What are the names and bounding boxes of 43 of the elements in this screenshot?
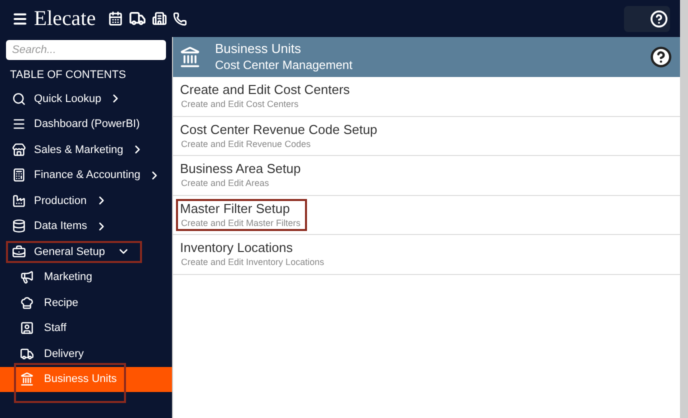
menu-link[interactable]: Business Area Setup Create and Edit Areas: [176, 159, 307, 192]
section-heading: TABLE OF CONTENTS: [9, 68, 127, 82]
help-icon[interactable]: [650, 46, 672, 68]
menu-link[interactable]: Create and Edit Cost Centers Create and Edit Cost Centers: [176, 80, 356, 112]
menu-link[interactable]: Master Filter Setup Create and Edit Master Filters: [176, 198, 307, 231]
nav-subitem[interactable]: Recipe: [0, 290, 172, 316]
nav-subitem[interactable]: Delivery: [0, 341, 172, 366]
nav-item[interactable]: Data Items: [6, 215, 120, 238]
database-icon: [12, 219, 26, 234]
calendar-icon[interactable]: [108, 11, 123, 26]
help-icon: [650, 10, 668, 28]
menu-icon: [12, 117, 26, 132]
truck-icon: [20, 346, 34, 361]
person-icon: [20, 321, 34, 336]
nav-item[interactable]: General Setup: [6, 240, 142, 263]
search-field[interactable]: Search...: [6, 40, 166, 60]
nav-subitem[interactable]: Marketing: [0, 264, 172, 290]
briefcase-icon: [12, 244, 26, 259]
megaphone-icon: [20, 270, 34, 284]
truck-icon[interactable]: [128, 10, 146, 27]
panel-subtitle: Cost Center Management: [215, 57, 354, 74]
chef-hat-icon: [20, 296, 34, 310]
scrollbar[interactable]: [680, 0, 688, 418]
nav-item[interactable]: Finance & Accounting: [6, 164, 174, 186]
nav-subitem[interactable]: Staff: [0, 316, 172, 341]
brand-logo: Elecate: [34, 8, 96, 29]
building-icon[interactable]: [152, 11, 167, 26]
bank-icon: [179, 46, 201, 68]
menu-icon[interactable]: [12, 10, 28, 26]
calculator-icon: [12, 168, 26, 182]
factory-icon: [12, 194, 26, 208]
nav-item[interactable]: Quick Lookup: [6, 88, 134, 110]
store-icon: [12, 142, 26, 157]
nav-item[interactable]: Sales & Marketing: [6, 138, 156, 161]
phone-icon[interactable]: [172, 12, 187, 26]
nav-item[interactable]: Dashboard (PowerBI): [6, 113, 152, 136]
nav-item[interactable]: Production: [6, 190, 120, 212]
search-icon: [12, 92, 26, 106]
help-button[interactable]: [624, 6, 670, 32]
menu-link[interactable]: Cost Center Revenue Code Setup Create and Edit Revenue Codes: [176, 120, 384, 152]
bank-icon: [20, 372, 34, 386]
menu-link[interactable]: Inventory Locations Create and Edit Inventory Locations: [176, 238, 330, 270]
panel-title: Business Units: [215, 40, 302, 57]
